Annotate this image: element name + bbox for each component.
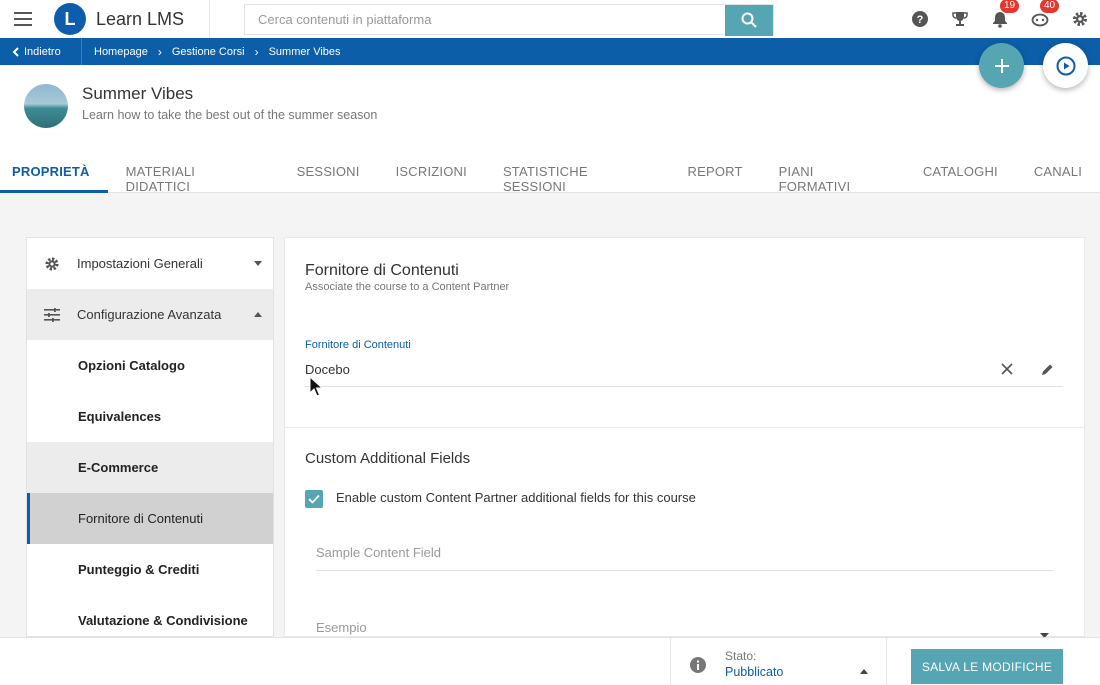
brand[interactable]: L Learn LMS	[46, 0, 210, 38]
chevron-right-icon: ›	[157, 44, 162, 59]
add-fab-button[interactable]	[979, 43, 1024, 88]
pencil-icon	[1041, 364, 1052, 375]
close-icon	[1001, 363, 1013, 375]
status-selector[interactable]: Stato: Pubblicato	[670, 638, 887, 685]
course-subtitle: Learn how to take the best out of the su…	[82, 108, 378, 122]
field-underline	[316, 570, 1054, 571]
breadcrumb-homepage[interactable]: Homepage	[94, 46, 148, 58]
tab-sessioni[interactable]: SESSIONI	[279, 161, 378, 193]
field-underline	[305, 386, 1063, 387]
breadcrumb-gestione-corsi[interactable]: Gestione Corsi	[172, 46, 245, 58]
tab-materiali-didattici[interactable]: MATERIALI DIDATTICI	[108, 161, 279, 194]
custom-fields-title: Custom Additional Fields	[305, 450, 471, 467]
caret-down-icon	[243, 261, 273, 266]
section-title: Fornitore di Contenuti	[305, 262, 459, 279]
clear-content-partner-button[interactable]	[998, 360, 1016, 378]
footer-bar: Stato: Pubblicato SALVA LE MODIFICHE	[0, 637, 1100, 685]
svg-text:?: ?	[917, 14, 924, 26]
esempio-select[interactable]: Esempio	[316, 620, 367, 635]
tab-piani-formativi[interactable]: PIANI FORMATIVI	[761, 161, 905, 194]
messages-button[interactable]: 40	[1020, 0, 1060, 38]
course-header: Summer Vibes Learn how to take the best …	[0, 65, 1100, 194]
tab-report[interactable]: REPORT	[670, 161, 761, 193]
menu-label: Configurazione Avanzata	[77, 307, 222, 322]
caret-up-icon	[860, 661, 868, 679]
tab-canali[interactable]: CANALI	[1016, 161, 1100, 193]
breadcrumb-current: Summer Vibes	[268, 45, 341, 58]
sample-content-field-input[interactable]: Sample Content Field	[316, 545, 441, 560]
search-bar	[244, 3, 774, 36]
course-title: Summer Vibes	[82, 84, 194, 103]
content-panel: Fornitore di Contenuti Associate the cou…	[284, 237, 1086, 638]
status-value: Pubblicato	[725, 665, 784, 679]
chevron-right-icon: ›	[254, 44, 259, 59]
mouse-cursor-icon	[309, 375, 324, 403]
tab-proprieta[interactable]: PROPRIETÀ	[0, 161, 108, 193]
tab-iscrizioni[interactable]: ISCRIZIONI	[378, 161, 485, 193]
status-label: Stato:	[725, 649, 757, 663]
search-input[interactable]	[245, 4, 725, 34]
section-divider	[285, 427, 1086, 428]
menu-valutazione-condivisione[interactable]: Valutazione & Condivisione	[27, 595, 273, 636]
plus-icon	[994, 58, 1009, 73]
course-tabs: PROPRIETÀ MATERIALI DIDATTICI SESSIONI I…	[0, 161, 1100, 194]
menu-e-commerce[interactable]: E-Commerce	[27, 442, 273, 493]
notifications-badge: 19	[1000, 0, 1020, 13]
info-icon	[689, 656, 707, 679]
enable-custom-fields-checkbox[interactable]	[305, 490, 323, 508]
trophy-icon[interactable]	[940, 0, 980, 38]
notifications-button[interactable]: 19	[980, 0, 1020, 38]
checkmark-icon	[308, 494, 320, 504]
content-partner-label: Fornitore di Contenuti	[305, 339, 411, 351]
menu-equivalences[interactable]: Equivalences	[27, 391, 273, 442]
search-icon	[741, 12, 757, 28]
menu-fornitore-di-contenuti[interactable]: Fornitore di Contenuti	[27, 493, 273, 544]
menu-punteggio-crediti[interactable]: Punteggio & Crediti	[27, 544, 273, 595]
menu-label: Impostazioni Generali	[77, 256, 203, 271]
back-button[interactable]: Indietro	[0, 38, 82, 65]
tab-statistiche-sessioni[interactable]: STATISTICHE SESSIONI	[485, 161, 670, 194]
breadcrumb-bar: Indietro Homepage › Gestione Corsi › Sum…	[0, 38, 1100, 65]
menu-impostazioni-generali[interactable]: Impostazioni Generali	[27, 238, 273, 289]
settings-side-menu: Impostazioni Generali Configurazione Ava…	[26, 237, 274, 637]
save-changes-button[interactable]: SALVA LE MODIFICHE	[911, 649, 1063, 684]
content-partner-value[interactable]: Docebo	[305, 362, 350, 377]
enable-custom-fields-label[interactable]: Enable custom Content Partner additional…	[336, 490, 696, 505]
top-bar: L Learn LMS ? 19 40	[0, 0, 1100, 38]
course-thumbnail	[24, 84, 68, 128]
brand-logo: L	[54, 3, 86, 35]
menu-opzioni-catalogo[interactable]: Opzioni Catalogo	[27, 340, 273, 391]
gear-icon	[27, 256, 77, 272]
tab-cataloghi[interactable]: CATALOGHI	[905, 161, 1016, 193]
hamburger-menu-icon[interactable]	[0, 0, 46, 38]
menu-configurazione-avanzata[interactable]: Configurazione Avanzata	[27, 289, 273, 340]
back-label: Indietro	[24, 45, 61, 58]
help-icon[interactable]: ?	[900, 0, 940, 38]
settings-gear-icon[interactable]	[1060, 0, 1100, 38]
caret-up-icon	[243, 312, 273, 317]
tune-sliders-icon	[27, 307, 77, 322]
chevron-left-icon	[12, 46, 19, 57]
messages-badge: 40	[1040, 0, 1060, 13]
search-button[interactable]	[725, 4, 773, 36]
edit-content-partner-button[interactable]	[1038, 360, 1056, 378]
brand-name: Learn LMS	[96, 8, 185, 29]
breadcrumb: Homepage › Gestione Corsi › Summer Vibes	[94, 45, 341, 59]
play-circle-icon	[1056, 56, 1075, 75]
section-subtitle: Associate the course to a Content Partne…	[305, 281, 510, 293]
play-fab-button[interactable]	[1043, 43, 1088, 88]
